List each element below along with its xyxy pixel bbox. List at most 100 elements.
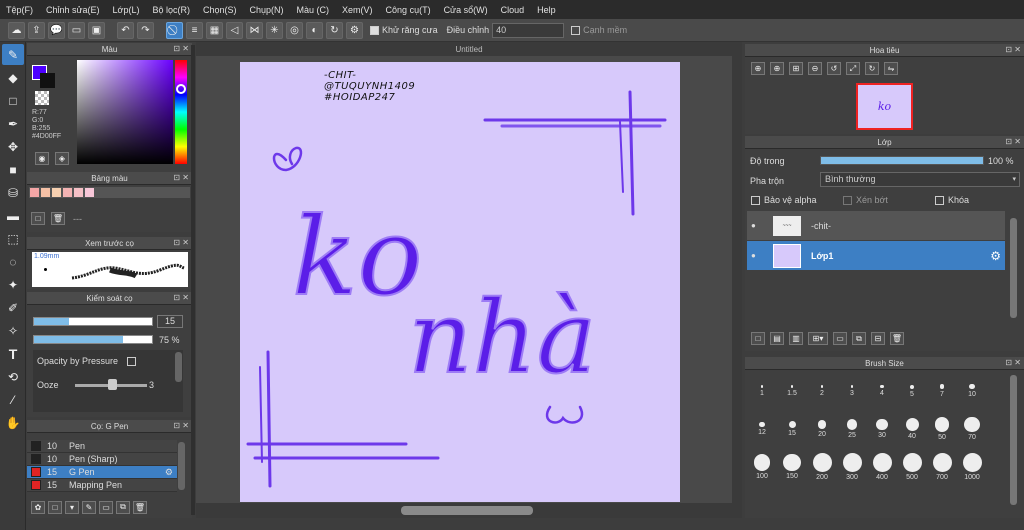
eye-icon[interactable]: ● (751, 221, 765, 230)
opacity-pressure-checkbox[interactable] (127, 357, 136, 366)
redo-icon[interactable]: ↷ (137, 21, 154, 39)
lock-checkbox[interactable] (935, 196, 944, 205)
brush-add-icon[interactable]: ✿ (31, 500, 45, 514)
brush-size-cell[interactable]: 7 (927, 372, 957, 410)
protect-alpha-checkbox[interactable] (751, 196, 760, 205)
merge-layer-icon[interactable]: ⊟ (871, 332, 885, 345)
brush-size-scrollbar[interactable] (1010, 375, 1017, 505)
brush-size-cell[interactable]: 5 (897, 372, 927, 410)
brush-new-icon[interactable]: □ (48, 500, 62, 514)
brush-item[interactable]: 10 Pen (27, 440, 177, 453)
hue-handle[interactable] (176, 84, 186, 94)
menu-item[interactable]: Cloud (501, 5, 525, 15)
vanishing-point-icon[interactable]: ⋈ (246, 21, 263, 39)
sub-color-swatch[interactable] (40, 73, 55, 88)
brush-size-cell[interactable]: 10 (957, 372, 987, 410)
fill-rect-tool-icon[interactable]: ■ (2, 159, 24, 180)
layer-menu-icon[interactable]: ⊞▾ (808, 332, 828, 345)
brush-folder-icon[interactable]: ▭ (99, 500, 113, 514)
eyedrop-icon[interactable]: ◉ (35, 152, 49, 165)
gear-icon[interactable]: ⚙ (990, 249, 1001, 263)
brush-size-value[interactable]: 15 (157, 315, 183, 328)
palette-swatch[interactable] (62, 187, 73, 198)
select-rect-tool-icon[interactable]: ⬚ (2, 228, 24, 249)
new-layer-2-icon[interactable]: ▤ (770, 332, 784, 345)
brush-size-cell[interactable]: 30 (867, 410, 897, 448)
menu-item[interactable]: Xem(V) (342, 5, 373, 15)
brush-size-cell[interactable]: 200 (807, 448, 837, 486)
brush-menu-icon[interactable]: ▾ (65, 500, 79, 514)
brush-size-cell[interactable]: 300 (837, 448, 867, 486)
brush-tool-icon[interactable]: ✎ (2, 44, 24, 65)
panel-close-icon[interactable]: ⊡ ✕ (173, 238, 189, 247)
menu-item[interactable]: Tệp(F) (6, 5, 33, 15)
antialias-checkbox[interactable] (370, 25, 379, 35)
menu-item[interactable]: Chụp(N) (250, 5, 284, 15)
canvas-vertical-scrollbar[interactable] (732, 56, 742, 503)
layer-icon[interactable]: ▭ (68, 21, 85, 39)
adjust-select[interactable]: 40 (492, 22, 565, 38)
eye-icon[interactable]: ● (751, 251, 765, 260)
menu-item[interactable]: Chỉnh sửa(E) (46, 5, 100, 15)
brush-size-cell[interactable]: 500 (897, 448, 927, 486)
palette-swatch[interactable] (51, 187, 62, 198)
new-layer-3-icon[interactable]: ▥ (789, 332, 803, 345)
perspective-snap-icon[interactable]: ◁ (226, 21, 243, 39)
layer-opacity-slider[interactable] (820, 156, 984, 165)
rect-tool-icon[interactable]: □ (2, 90, 24, 111)
grid-snap-icon[interactable]: ▦ (206, 21, 223, 39)
divide-tool-icon[interactable]: ⟲ (2, 366, 24, 387)
parallel-snap-icon[interactable]: ≡ (186, 21, 203, 39)
export-icon[interactable]: ⇪ (28, 21, 45, 39)
panel-close-icon[interactable]: ⊡ ✕ (173, 44, 189, 53)
brush-item[interactable]: 10 Pen (Sharp) (27, 453, 177, 466)
cloud-app-icon[interactable]: ☁ (8, 21, 25, 39)
rotate-left-icon[interactable]: ↺ (827, 62, 841, 75)
panel-close-icon[interactable]: ⊡ ✕ (1005, 358, 1021, 367)
menu-item[interactable]: Công cụ(T) (386, 5, 431, 15)
rotate-icon[interactable]: ↻ (326, 21, 343, 39)
brush-size-cell[interactable]: 150 (777, 448, 807, 486)
clip-checkbox[interactable] (843, 196, 852, 205)
brush-size-cell[interactable]: 20 (807, 410, 837, 448)
text-tool-icon[interactable]: T (2, 343, 24, 364)
panel-close-icon[interactable]: ⊡ ✕ (1005, 45, 1021, 54)
layer-row-selected[interactable]: ● Lớp1 ⚙ (747, 241, 1005, 270)
rotate-right-icon[interactable]: ↻ (865, 62, 879, 75)
palette-swatch[interactable] (29, 187, 40, 198)
blend-select[interactable]: Bình thường ▾ (820, 172, 1020, 187)
fit-icon[interactable]: ⊞ (789, 62, 803, 75)
magic-wand-tool-icon[interactable]: ✦ (2, 274, 24, 295)
move-tool-icon[interactable]: ✥ (2, 136, 24, 157)
brush-size-cell[interactable]: 1000 (957, 448, 987, 486)
brush-edit-icon[interactable]: ✎ (82, 500, 96, 514)
brush-delete-icon[interactable]: 🗑 (133, 500, 147, 514)
brush-size-slider[interactable] (33, 317, 153, 326)
hue-slider[interactable] (175, 60, 187, 164)
brush-size-cell[interactable]: 50 (927, 410, 957, 448)
radial-snap-icon[interactable]: ✳ (266, 21, 283, 39)
select-eraser-tool-icon[interactable]: ✧ (2, 320, 24, 341)
brush-item[interactable]: 15 Mapping Pen (27, 479, 177, 492)
saturation-value-picker[interactable] (77, 60, 173, 164)
comment-icon[interactable]: 💬 (48, 21, 65, 39)
duplicate-layer-icon[interactable]: ⧉ (852, 332, 866, 345)
menu-item[interactable]: Help (537, 5, 556, 15)
brush-size-cell[interactable]: 25 (837, 410, 867, 448)
panel-close-icon[interactable]: ⊡ ✕ (173, 293, 189, 302)
gradient-tool-icon[interactable]: ▬ (2, 205, 24, 226)
select-pen-tool-icon[interactable]: ✐ (2, 297, 24, 318)
brush-size-cell[interactable]: 3 (837, 372, 867, 410)
brush-size-cell[interactable]: 12 (747, 410, 777, 448)
menu-item[interactable]: Bộ lọc(R) (152, 5, 190, 15)
menu-item[interactable]: Lớp(L) (113, 5, 140, 15)
panel-close-icon[interactable]: ⊡ ✕ (173, 421, 189, 430)
palette-swatch[interactable] (73, 187, 84, 198)
palette-add-icon[interactable]: □ (31, 212, 45, 225)
navigator-thumbnail[interactable]: ko (856, 83, 913, 130)
pen-tool-icon[interactable]: ✒ (2, 113, 24, 134)
brush-item[interactable]: 15 G Pen ⚙ (27, 466, 177, 479)
brush-opacity-slider[interactable] (33, 335, 153, 344)
brush-size-cell[interactable]: 15 (777, 410, 807, 448)
no-snap-icon[interactable]: ⃠ (166, 21, 183, 39)
